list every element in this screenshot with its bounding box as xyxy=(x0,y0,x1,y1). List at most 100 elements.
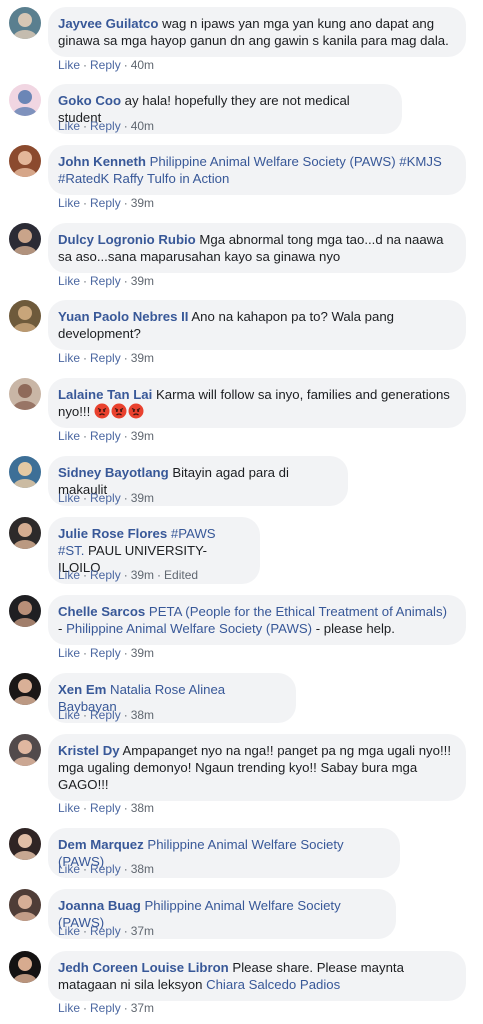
comment-author-link[interactable]: John Kenneth xyxy=(58,154,146,169)
like-button[interactable]: Like xyxy=(58,924,80,938)
like-button[interactable]: Like xyxy=(58,429,80,443)
comment-actions: Like · Reply · 39m xyxy=(58,429,154,443)
comment-actions: Like · Reply · 39m xyxy=(58,274,154,288)
comment-actions: Like · Reply · 37m xyxy=(58,1001,154,1015)
reply-button[interactable]: Reply xyxy=(90,708,121,722)
comment-actions: Like · Reply · 38m xyxy=(58,708,154,722)
like-button[interactable]: Like xyxy=(58,58,80,72)
comment-timestamp[interactable]: 39m xyxy=(131,196,154,210)
comment-timestamp[interactable]: 39m xyxy=(131,646,154,660)
avatar[interactable] xyxy=(9,828,41,860)
separator-dot: · xyxy=(83,801,88,815)
comment-timestamp[interactable]: 38m xyxy=(131,708,154,722)
avatar[interactable] xyxy=(9,673,41,705)
like-button[interactable]: Like xyxy=(58,274,80,288)
reply-button[interactable]: Reply xyxy=(90,801,121,815)
comment-timestamp[interactable]: 39m xyxy=(131,429,154,443)
avatar[interactable] xyxy=(9,7,41,39)
reply-button[interactable]: Reply xyxy=(90,862,121,876)
comment-timestamp[interactable]: 40m xyxy=(131,58,154,72)
comment-timestamp[interactable]: 37m xyxy=(131,1001,154,1015)
reply-button[interactable]: Reply xyxy=(90,924,121,938)
separator-dot: · xyxy=(123,491,128,505)
like-button[interactable]: Like xyxy=(58,568,80,582)
avatar[interactable] xyxy=(9,456,41,488)
comment-timestamp[interactable]: 38m xyxy=(131,862,154,876)
comment-timestamp[interactable]: 39m xyxy=(131,274,154,288)
comment-author-link[interactable]: Julie Rose Flores xyxy=(58,526,167,541)
like-button[interactable]: Like xyxy=(58,862,80,876)
avatar[interactable] xyxy=(9,300,41,332)
comment-actions: Like · Reply · 39m xyxy=(58,196,154,210)
like-button[interactable]: Like xyxy=(58,491,80,505)
like-button[interactable]: Like xyxy=(58,119,80,133)
mention-link[interactable]: #ST. xyxy=(58,543,84,558)
comment-timestamp[interactable]: 39m xyxy=(131,491,154,505)
comment-author-link[interactable]: Sidney Bayotlang xyxy=(58,465,169,480)
reply-button[interactable]: Reply xyxy=(90,646,121,660)
comment-author-link[interactable]: Dulcy Logronio Rubio xyxy=(58,232,196,247)
comment-bubble: Jayvee Guilatco wag n ipaws yan mga yan … xyxy=(48,7,466,57)
comment-author-link[interactable]: Jedh Coreen Louise Libron xyxy=(58,960,229,975)
separator-dot: · xyxy=(123,58,128,72)
separator-dot: · xyxy=(123,646,128,660)
avatar[interactable] xyxy=(9,595,41,627)
comment-timestamp[interactable]: 39m xyxy=(131,351,154,365)
reply-button[interactable]: Reply xyxy=(90,491,121,505)
avatar[interactable] xyxy=(9,734,41,766)
avatar[interactable] xyxy=(9,951,41,983)
avatar[interactable] xyxy=(9,378,41,410)
comment-author-link[interactable]: Yuan Paolo Nebres II xyxy=(58,309,188,324)
comment-actions: Like · Reply · 38m xyxy=(58,862,154,876)
separator-dot: · xyxy=(123,801,128,815)
comment-text: - please help. xyxy=(312,621,395,636)
reply-button[interactable]: Reply xyxy=(90,351,121,365)
like-button[interactable]: Like xyxy=(58,801,80,815)
comment-author-link[interactable]: Goko Coo xyxy=(58,93,121,108)
comment-actions: Like · Reply · 39m xyxy=(58,351,154,365)
separator-dot: · xyxy=(83,351,88,365)
separator-dot: · xyxy=(123,119,128,133)
separator-dot: · xyxy=(83,196,88,210)
avatar[interactable] xyxy=(9,145,41,177)
like-button[interactable]: Like xyxy=(58,1001,80,1015)
separator-dot: · xyxy=(83,568,88,582)
reply-button[interactable]: Reply xyxy=(90,568,121,582)
comment-timestamp[interactable]: 38m xyxy=(131,801,154,815)
comment-author-link[interactable]: Kristel Dy xyxy=(58,743,120,758)
edited-label[interactable]: Edited xyxy=(164,568,198,582)
comment-timestamp[interactable]: 37m xyxy=(131,924,154,938)
avatar[interactable] xyxy=(9,84,41,116)
avatar[interactable] xyxy=(9,517,41,549)
comment-bubble: Chelle Sarcos PETA (People for the Ethic… xyxy=(48,595,466,645)
reply-button[interactable]: Reply xyxy=(90,1001,121,1015)
comment-author-link[interactable]: Jayvee Guilatco xyxy=(58,16,158,31)
like-button[interactable]: Like xyxy=(58,646,80,660)
reply-button[interactable]: Reply xyxy=(90,58,121,72)
avatar[interactable] xyxy=(9,889,41,921)
mention-link[interactable]: Philippine Animal Welfare Society (PAWS) xyxy=(66,621,312,636)
comment-author-link[interactable]: Dem Marquez xyxy=(58,837,144,852)
separator-dot: · xyxy=(83,646,88,660)
reply-button[interactable]: Reply xyxy=(90,274,121,288)
avatar[interactable] xyxy=(9,223,41,255)
comment-author-link[interactable]: Joanna Buag xyxy=(58,898,141,913)
reply-button[interactable]: Reply xyxy=(90,119,121,133)
comment-timestamp[interactable]: 39m xyxy=(131,568,154,582)
reply-button[interactable]: Reply xyxy=(90,429,121,443)
comment-timestamp[interactable]: 40m xyxy=(131,119,154,133)
mention-link[interactable]: #PAWS xyxy=(167,526,216,541)
comment-author-link[interactable]: Xen Em xyxy=(58,682,106,697)
comment-bubble: Lalaine Tan Lai Karma will follow sa iny… xyxy=(48,378,466,428)
like-button[interactable]: Like xyxy=(58,708,80,722)
like-button[interactable]: Like xyxy=(58,196,80,210)
comment-actions: Like · Reply · 40m xyxy=(58,58,154,72)
mention-link[interactable]: PETA (People for the Ethical Treatment o… xyxy=(145,604,447,619)
mention-link[interactable]: Chiara Salcedo Padios xyxy=(206,977,340,992)
separator-dot: · xyxy=(157,568,162,582)
separator-dot: · xyxy=(83,274,88,288)
comment-author-link[interactable]: Lalaine Tan Lai xyxy=(58,387,152,402)
like-button[interactable]: Like xyxy=(58,351,80,365)
comment-author-link[interactable]: Chelle Sarcos xyxy=(58,604,145,619)
reply-button[interactable]: Reply xyxy=(90,196,121,210)
